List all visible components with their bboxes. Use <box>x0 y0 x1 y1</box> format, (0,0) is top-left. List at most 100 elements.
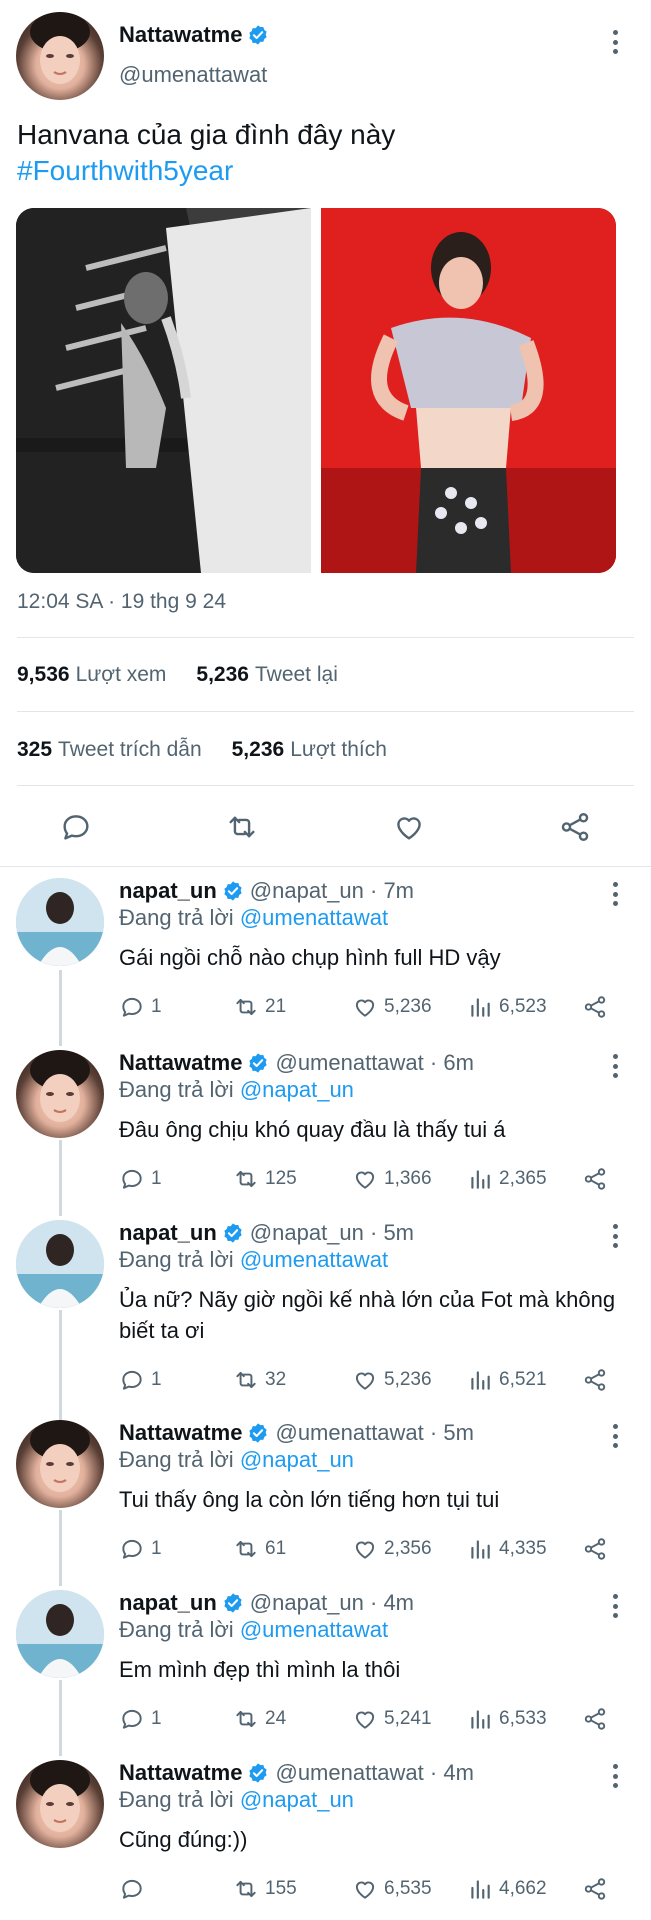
reply-handle-time[interactable]: @napat_un · 5m <box>250 1220 414 1246</box>
more-options-icon[interactable] <box>610 30 620 54</box>
like-action[interactable]: 5,241 <box>352 1706 432 1732</box>
quotes-stat[interactable]: 325 Tweet trích dẫn <box>17 738 202 762</box>
views-icon <box>467 1536 493 1562</box>
retweet-count: 125 <box>265 1168 297 1189</box>
like-icon[interactable] <box>392 810 426 844</box>
likes-label: Lượt thích <box>290 738 387 761</box>
reply-header: napat_un @napat_un · 4m <box>119 1590 414 1616</box>
share-action[interactable] <box>582 1536 614 1562</box>
reply-action[interactable]: 1 <box>119 1367 162 1393</box>
reply-tweet[interactable]: napat_un @napat_un · 7m Đang trả lời @um… <box>0 864 651 1036</box>
hashtag-link[interactable]: #Fourthwith5year <box>17 153 637 189</box>
tweet-text-body: Hanvana của gia đình đây này <box>17 119 396 150</box>
reply-avatar[interactable] <box>16 1220 104 1308</box>
reply-text: Em mình đẹp thì mình la thôi <box>119 1657 401 1682</box>
views-icon <box>467 1706 493 1732</box>
media-photo-2[interactable] <box>321 208 616 573</box>
reply-avatar-image <box>16 1590 104 1678</box>
share-action[interactable] <box>582 1367 614 1393</box>
tweet-timestamp[interactable]: 12:04 SA · 19 thg 9 24 <box>17 590 226 614</box>
reply-avatar[interactable] <box>16 1050 104 1138</box>
retweets-stat[interactable]: 5,236 Tweet lại <box>196 663 337 687</box>
reply-action[interactable]: 1 <box>119 1706 162 1732</box>
reply-handle-time[interactable]: @umenattawat · 5m <box>275 1420 473 1446</box>
views-action[interactable]: 6,521 <box>467 1367 547 1393</box>
share-action[interactable] <box>582 1166 614 1192</box>
divider <box>17 637 634 638</box>
reply-tweet[interactable]: napat_un @napat_un · 4m Đang trả lời @um… <box>0 1576 651 1746</box>
reply-tweet[interactable]: Nattawatme @umenattawat · 5m Đang trả lờ… <box>0 1406 651 1576</box>
more-options-icon[interactable] <box>610 1054 620 1078</box>
views-stat[interactable]: 9,536 Lượt xem <box>17 663 166 687</box>
share-action[interactable] <box>582 1876 614 1902</box>
reply-author-name[interactable]: Nattawatme <box>119 1760 242 1786</box>
like-action[interactable]: 5,236 <box>352 1367 432 1393</box>
reply-action-bar: 1 21 5,236 6,523 <box>119 994 619 1024</box>
retweet-icon[interactable] <box>225 810 259 844</box>
replying-to-link[interactable]: @umenattawat <box>240 1617 388 1642</box>
author-handle[interactable]: @umenattawat <box>119 62 267 88</box>
share-icon[interactable] <box>558 810 592 844</box>
like-action[interactable]: 6,535 <box>352 1876 432 1902</box>
more-options-icon[interactable] <box>610 882 620 906</box>
reply-tweet[interactable]: Nattawatme @umenattawat · 4m Đang trả lờ… <box>0 1746 651 1920</box>
reply-handle-time[interactable]: @napat_un · 7m <box>250 878 414 904</box>
main-tweet: Nattawatme @umenattawat Hanvana của gia … <box>0 0 651 868</box>
reply-author-name[interactable]: Nattawatme <box>119 1420 242 1446</box>
reply-handle-time[interactable]: @umenattawat · 4m <box>275 1760 473 1786</box>
reply-icon[interactable] <box>59 810 93 844</box>
media-photo-1[interactable] <box>16 208 311 573</box>
reply-text: Tui thấy ông la còn lớn tiếng hơn tụi tu… <box>119 1487 500 1512</box>
verified-badge-icon <box>247 1762 269 1784</box>
retweet-action[interactable]: 24 <box>233 1706 286 1732</box>
views-action[interactable]: 6,533 <box>467 1706 547 1732</box>
share-action[interactable] <box>582 1706 614 1732</box>
views-action[interactable]: 6,523 <box>467 994 547 1020</box>
like-action[interactable]: 5,236 <box>352 994 432 1020</box>
author-name[interactable]: Nattawatme <box>119 22 242 48</box>
replying-to-link[interactable]: @napat_un <box>240 1447 354 1472</box>
more-options-icon[interactable] <box>610 1764 620 1788</box>
share-action[interactable] <box>582 994 614 1020</box>
replying-to-link[interactable]: @umenattawat <box>240 1247 388 1272</box>
like-count: 6,535 <box>384 1878 432 1899</box>
author-avatar[interactable] <box>16 12 104 100</box>
retweet-action[interactable]: 125 <box>233 1166 297 1192</box>
reply-tweet[interactable]: napat_un @napat_un · 5m Đang trả lời @um… <box>0 1206 651 1406</box>
like-count: 5,241 <box>384 1708 432 1729</box>
replying-to: Đang trả lời @umenattawat <box>119 1247 388 1273</box>
retweet-action[interactable]: 21 <box>233 994 286 1020</box>
retweet-action[interactable]: 32 <box>233 1367 286 1393</box>
reply-action[interactable]: 1 <box>119 1166 162 1192</box>
retweet-action[interactable]: 61 <box>233 1536 286 1562</box>
like-count: 5,236 <box>384 996 432 1017</box>
reply-action[interactable] <box>119 1876 151 1902</box>
like-action[interactable]: 2,356 <box>352 1536 432 1562</box>
more-options-icon[interactable] <box>610 1424 620 1448</box>
reply-author-name[interactable]: napat_un <box>119 878 217 904</box>
replying-to-link[interactable]: @napat_un <box>240 1787 354 1812</box>
reply-author-name[interactable]: napat_un <box>119 1220 217 1246</box>
like-action[interactable]: 1,366 <box>352 1166 432 1192</box>
reply-action[interactable]: 1 <box>119 1536 162 1562</box>
reply-avatar[interactable] <box>16 1420 104 1508</box>
likes-stat[interactable]: 5,236 Lượt thích <box>232 738 387 762</box>
reply-author-name[interactable]: napat_un <box>119 1590 217 1616</box>
retweet-action[interactable]: 155 <box>233 1876 297 1902</box>
views-action[interactable]: 4,335 <box>467 1536 547 1562</box>
reply-tweet[interactable]: Nattawatme @umenattawat · 6m Đang trả lờ… <box>0 1036 651 1206</box>
reply-action-bar: 155 6,535 4,662 <box>119 1876 619 1906</box>
more-options-icon[interactable] <box>610 1224 620 1248</box>
views-action[interactable]: 2,365 <box>467 1166 547 1192</box>
more-options-icon[interactable] <box>610 1594 620 1618</box>
replying-to-link[interactable]: @napat_un <box>240 1077 354 1102</box>
reply-author-name[interactable]: Nattawatme <box>119 1050 242 1076</box>
reply-avatar[interactable] <box>16 1590 104 1678</box>
reply-handle-time[interactable]: @umenattawat · 6m <box>275 1050 473 1076</box>
reply-avatar[interactable] <box>16 1760 104 1848</box>
views-action[interactable]: 4,662 <box>467 1876 547 1902</box>
reply-handle-time[interactable]: @napat_un · 4m <box>250 1590 414 1616</box>
replying-to-link[interactable]: @umenattawat <box>240 905 388 930</box>
reply-action[interactable]: 1 <box>119 994 162 1020</box>
reply-avatar[interactable] <box>16 878 104 966</box>
